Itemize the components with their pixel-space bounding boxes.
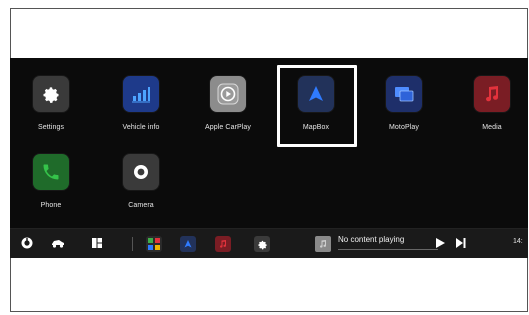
app-motoplay[interactable]: MotoPlay — [369, 76, 439, 131]
car-icon[interactable] — [50, 236, 66, 250]
app-vehicle-info[interactable]: Vehicle info — [106, 76, 176, 131]
app-label: Camera — [128, 202, 154, 209]
gear-icon[interactable] — [254, 236, 270, 252]
widgets-icon[interactable] — [146, 236, 162, 252]
power-icon[interactable] — [20, 236, 34, 250]
app-label: MotoPlay — [389, 124, 419, 131]
app-phone[interactable]: Phone — [16, 154, 86, 209]
selection-highlight — [277, 65, 357, 147]
infotainment-screen: Settings Vehicle info Apple CarPlay MapB… — [10, 58, 528, 258]
camera-icon — [123, 154, 159, 190]
carplay-icon — [210, 76, 246, 112]
music-note-icon[interactable] — [215, 236, 231, 252]
dashboard-icon[interactable] — [90, 236, 104, 250]
app-label: Media — [482, 124, 502, 131]
now-playing-text: No content playing — [338, 235, 405, 244]
app-label: Phone — [40, 202, 62, 209]
dual-screen-icon — [386, 76, 422, 112]
app-settings[interactable]: Settings — [16, 76, 86, 131]
app-camera[interactable]: Camera — [106, 154, 176, 209]
dock-bar: No content playing 14: — [10, 228, 528, 258]
app-apple-carplay[interactable]: Apple CarPlay — [193, 76, 263, 131]
dock-divider — [132, 237, 133, 251]
gear-icon — [33, 76, 69, 112]
app-media[interactable]: Media — [457, 76, 527, 131]
app-label: Vehicle info — [122, 124, 160, 131]
phone-icon — [33, 154, 69, 190]
music-note-icon — [474, 76, 510, 112]
album-art-icon[interactable] — [315, 236, 331, 252]
play-icon[interactable] — [435, 235, 445, 253]
app-label: Settings — [37, 124, 65, 131]
skip-next-icon[interactable] — [456, 235, 466, 253]
playback-progress-bar[interactable] — [338, 249, 438, 250]
navigation-arrow-icon[interactable] — [180, 236, 196, 252]
bar-chart-icon — [123, 76, 159, 112]
app-label: Apple CarPlay — [204, 124, 252, 131]
app-grid: Settings Vehicle info Apple CarPlay MapB… — [10, 58, 528, 228]
clock: 14: — [513, 238, 523, 245]
